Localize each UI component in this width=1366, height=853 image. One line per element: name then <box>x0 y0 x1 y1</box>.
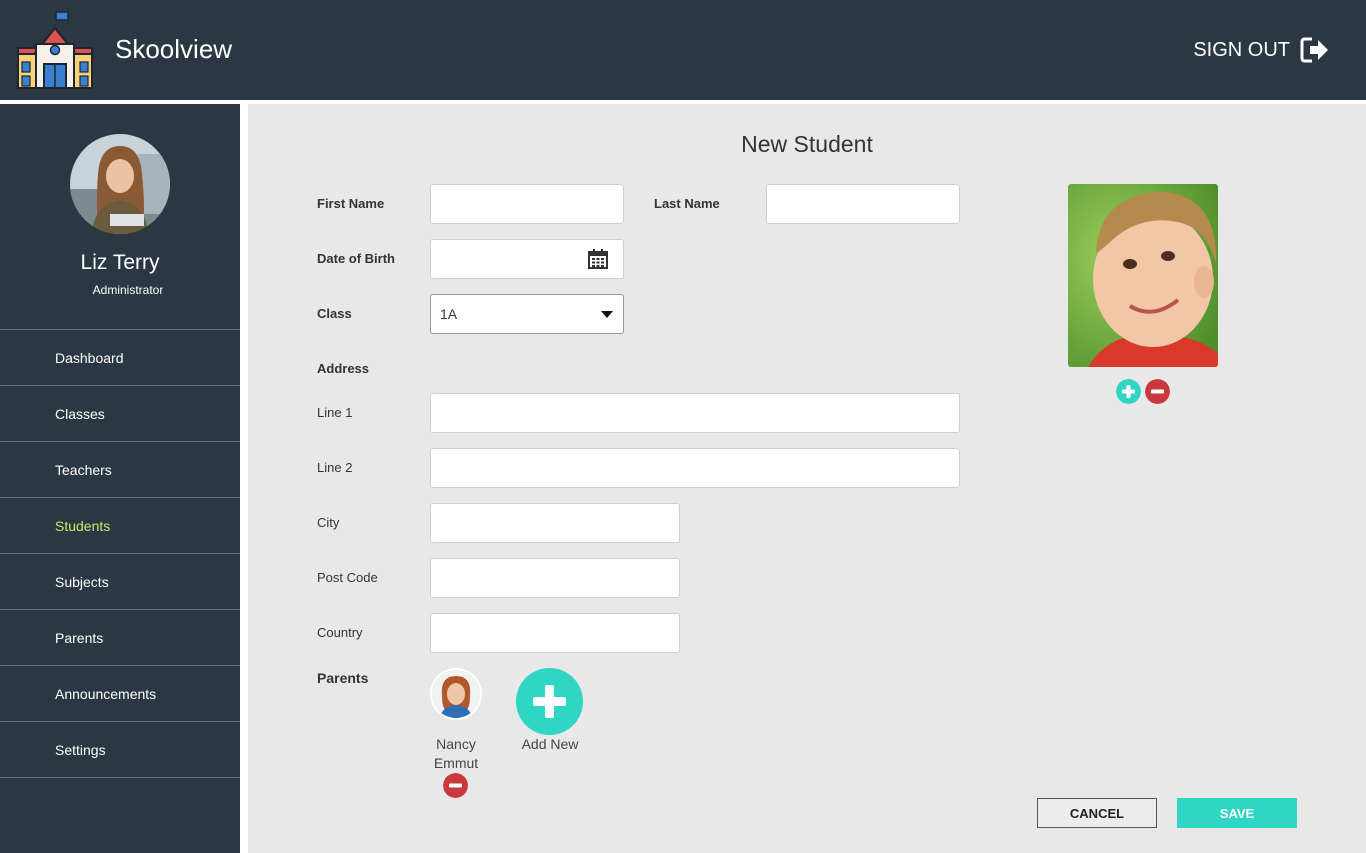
post-code-label: Post Code <box>317 570 378 585</box>
school-building-icon <box>17 11 93 89</box>
country-field[interactable] <box>430 613 680 653</box>
user-role: Administrator <box>92 283 164 297</box>
class-select-value: 1A <box>440 306 458 322</box>
class-select[interactable]: 1A <box>430 294 624 334</box>
city-field[interactable] <box>430 503 680 543</box>
sidebar-item-dashboard[interactable]: Dashboard <box>0 330 240 386</box>
parents-label: Parents <box>317 670 369 686</box>
sidebar-item-teachers[interactable]: Teachers <box>0 442 240 498</box>
last-name-label: Last Name <box>654 196 720 211</box>
brand-name: Skoolview <box>115 34 233 64</box>
sidebar-nav: Dashboard Classes Teachers Students Subj… <box>0 329 240 778</box>
address-line1-label: Line 1 <box>317 405 353 420</box>
city-label: City <box>317 515 340 530</box>
plus-icon <box>533 685 566 718</box>
sidebar-item-students[interactable]: Students <box>0 498 240 554</box>
user-name: Liz Terry <box>80 251 160 274</box>
sidebar-item-settings[interactable]: Settings <box>0 722 240 778</box>
chevron-down-icon <box>601 311 613 318</box>
post-code-field[interactable] <box>430 558 680 598</box>
address-heading: Address <box>317 361 370 376</box>
first-name-label: First Name <box>317 196 385 211</box>
parent-name: Nancy Emmut <box>433 736 479 771</box>
sign-out-label: SIGN OUT <box>1193 38 1290 61</box>
remove-photo-icon[interactable] <box>1145 379 1170 404</box>
sidebar: Liz Terry Administrator Dashboard Classe… <box>0 104 240 853</box>
address-line2-label: Line 2 <box>317 460 353 475</box>
add-parent-button[interactable] <box>516 668 583 735</box>
last-name-field[interactable] <box>766 184 960 224</box>
remove-parent-icon[interactable] <box>443 773 468 798</box>
address-line1-field[interactable] <box>430 393 960 433</box>
add-new-label: Add New <box>521 736 579 752</box>
first-name-field[interactable] <box>430 184 624 224</box>
user-avatar[interactable] <box>70 134 170 234</box>
dob-label: Date of Birth <box>317 251 395 266</box>
save-button[interactable]: SAVE <box>1177 798 1297 828</box>
address-line2-field[interactable] <box>430 448 960 488</box>
page-title: New Student <box>741 131 873 157</box>
top-bar: Skoolview SIGN OUT <box>0 0 1366 100</box>
sidebar-item-subjects[interactable]: Subjects <box>0 554 240 610</box>
sidebar-item-parents[interactable]: Parents <box>0 610 240 666</box>
sidebar-item-classes[interactable]: Classes <box>0 386 240 442</box>
cancel-button[interactable]: CANCEL <box>1037 798 1157 828</box>
sidebar-item-announcements[interactable]: Announcements <box>0 666 240 722</box>
country-label: Country <box>317 625 363 640</box>
main-content: New Student First Name Last Name Date of… <box>248 104 1366 853</box>
add-photo-icon[interactable] <box>1116 379 1141 404</box>
calendar-icon[interactable] <box>588 249 608 269</box>
sign-out-icon <box>1300 37 1328 63</box>
student-photo <box>1068 184 1218 367</box>
class-label: Class <box>317 306 352 321</box>
sign-out-button[interactable]: SIGN OUT <box>1193 36 1330 64</box>
parent-avatar[interactable] <box>430 668 482 720</box>
